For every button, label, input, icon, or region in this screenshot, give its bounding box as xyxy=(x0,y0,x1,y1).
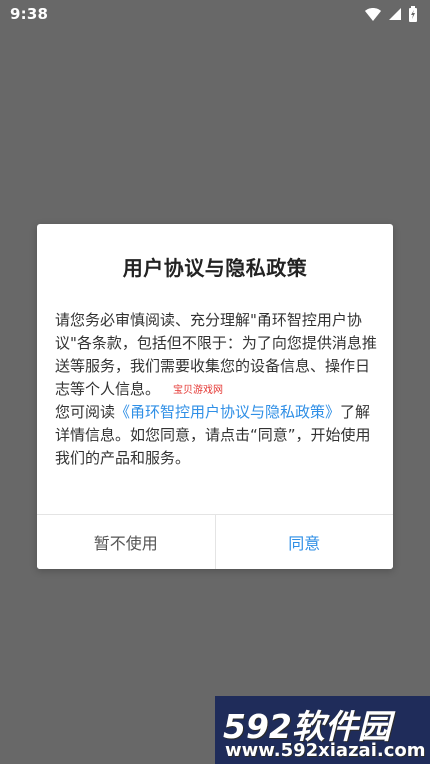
details-prefix: 您可阅读 xyxy=(55,403,116,421)
status-bar: 9:38 xyxy=(0,0,430,30)
small-watermark-text: 宝贝游戏网 xyxy=(173,385,223,396)
privacy-dialog: 用户协议与隐私政策 请您务必审慎阅读、充分理解"甬环智控用户协议"各条款，包括但… xyxy=(37,224,393,569)
agree-button[interactable]: 同意 xyxy=(215,515,393,569)
status-icons xyxy=(364,5,418,23)
wifi-icon xyxy=(365,7,381,21)
site-watermark: 592软件园 www.592xiazai.com xyxy=(215,696,430,764)
status-time: 9:38 xyxy=(10,5,49,23)
policy-link[interactable]: 《甬环智控用户协议与隐私政策》 xyxy=(115,403,340,421)
dialog-title: 用户协议与隐私政策 xyxy=(122,256,308,280)
decline-button[interactable]: 暂不使用 xyxy=(37,515,216,569)
agreement-details: 您可阅读《甬环智控用户协议与隐私政策》了解详情信息。如您同意，请点击“同意”，开… xyxy=(55,401,377,470)
watermark-url: www.592xiazai.com xyxy=(225,740,426,761)
signal-icon xyxy=(389,8,401,20)
battery-icon xyxy=(409,6,417,22)
dialog-actions: 暂不使用 同意 xyxy=(37,514,393,569)
